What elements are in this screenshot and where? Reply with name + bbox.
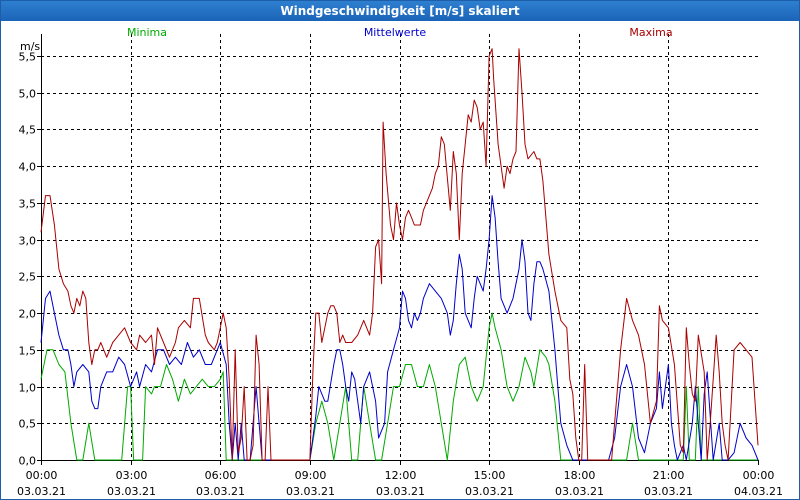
x-tick-time: 15:00	[474, 469, 506, 482]
x-tick-time: 03:00	[116, 469, 148, 482]
y-tick-label: 2,0	[19, 308, 37, 321]
chart-window: Windgeschwindigkeit [m/s] skaliert 00:00…	[0, 0, 800, 500]
x-tick-date: 03.03.21	[17, 485, 66, 498]
x-tick-time: 00:00	[743, 469, 775, 482]
y-tick-label: 3,0	[19, 235, 37, 248]
wind-speed-chart: 00:00 03.03.21 03:00 03.03.21 06:00 03.03.21 0…	[17, 26, 783, 498]
grid	[41, 34, 758, 461]
x-tick-time: 21:00	[653, 469, 685, 482]
x-tick-time: 00:00	[26, 469, 58, 482]
y-tick-label: 1,5	[19, 345, 37, 358]
x-tick-date: 03.03.21	[465, 485, 514, 498]
x-tick-date: 03.03.21	[644, 485, 693, 498]
legend-mittelwerte: Mittelwerte	[364, 26, 427, 39]
y-tick-label: 4,0	[19, 161, 37, 174]
series-lines	[40, 48, 759, 461]
x-tick-date: 03.03.21	[555, 485, 604, 498]
x-tick-date: 03.03.21	[107, 485, 156, 498]
y-tick-label: 5,0	[19, 88, 37, 101]
y-tick-label: 4,5	[19, 124, 37, 137]
x-tick-time: 12:00	[385, 469, 417, 482]
x-tick-time: 06:00	[205, 469, 237, 482]
x-tick-time: 09:00	[295, 469, 327, 482]
y-tick-label: 0,5	[19, 418, 37, 431]
x-tick-date: 03.03.21	[196, 485, 245, 498]
legend-maxima: Maxima	[629, 26, 672, 39]
y-tick-label: 0,0	[19, 455, 37, 468]
y-tick-label: 2,5	[19, 271, 37, 284]
x-tick-date: 03.03.21	[286, 485, 335, 498]
series-line-maxima	[40, 48, 759, 461]
y-axis-unit: m/s	[20, 40, 40, 53]
series-line-minima	[40, 312, 758, 461]
legend-minima: Minima	[127, 26, 167, 39]
x-tick-time: 18:00	[564, 469, 596, 482]
x-tick-date: 04.03.21	[734, 485, 783, 498]
x-tick-date: 03.03.21	[376, 485, 425, 498]
y-tick-label: 3,5	[19, 198, 37, 211]
y-tick-label: 1,0	[19, 382, 37, 395]
